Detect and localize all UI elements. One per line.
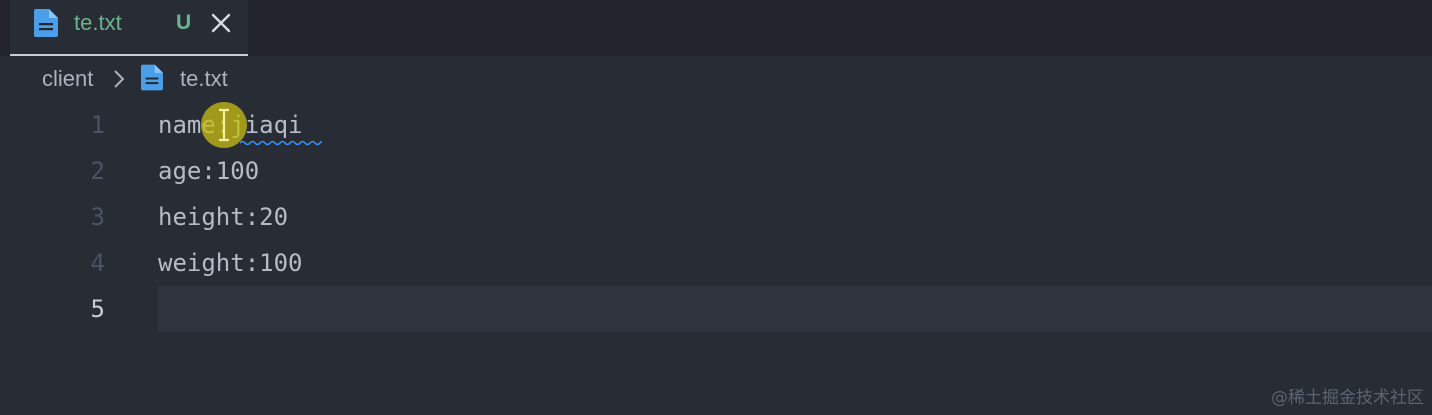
current-line-highlight xyxy=(158,286,1432,332)
code-text[interactable]: age:100 xyxy=(158,148,259,194)
watermark: @稀土掘金技术社区 xyxy=(1271,388,1424,408)
editor-area[interactable]: 1 name:jiaqi 2 age:100 3 height:20 4 wei… xyxy=(0,102,1432,415)
editor-line-active[interactable]: 5 xyxy=(0,286,1432,332)
text-cursor-icon xyxy=(219,108,229,142)
editor-line[interactable]: 3 height:20 xyxy=(0,194,1432,240)
tab-bar: te.txt U xyxy=(0,0,1432,56)
breadcrumb-folder[interactable]: client xyxy=(42,66,93,92)
breadcrumb: client te.txt xyxy=(0,56,1432,102)
file-text-icon xyxy=(141,64,163,91)
code-text[interactable]: weight:100 xyxy=(158,240,303,286)
close-icon[interactable] xyxy=(210,12,232,34)
editor-line[interactable]: 4 weight:100 xyxy=(0,240,1432,286)
line-number: 1 xyxy=(90,111,105,139)
line-number: 4 xyxy=(90,249,105,277)
line-number: 2 xyxy=(90,157,105,185)
chevron-right-icon xyxy=(114,70,125,88)
spellcheck-underline xyxy=(240,140,322,146)
tab-label: te.txt xyxy=(74,10,122,35)
tab-te-txt[interactable]: te.txt U xyxy=(10,0,248,56)
breadcrumb-file[interactable]: te.txt xyxy=(180,66,228,92)
git-untracked-badge: U xyxy=(176,11,192,34)
line-number: 3 xyxy=(90,203,105,231)
file-text-icon xyxy=(34,9,58,37)
code-text[interactable]: height:20 xyxy=(158,194,288,240)
editor-line[interactable]: 2 age:100 xyxy=(0,148,1432,194)
line-number: 5 xyxy=(90,295,105,323)
